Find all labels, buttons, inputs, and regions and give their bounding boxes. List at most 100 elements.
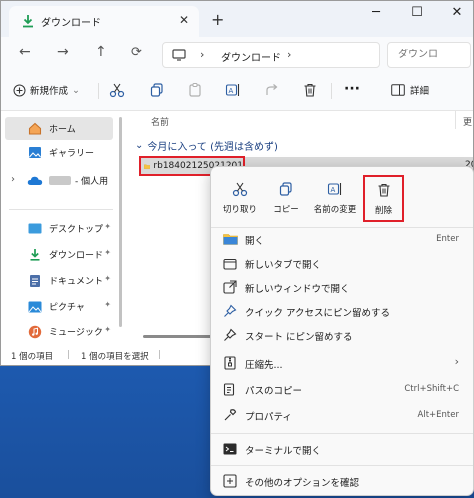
command-bar: 新規作成 ⌄ A ··· 詳細 (1, 71, 473, 111)
sidebar-item-label: ダウンロード (49, 251, 104, 261)
breadcrumb-downloads[interactable]: ダウンロード (221, 49, 281, 64)
menu-item-pin-start[interactable]: スタート にピン留めする (211, 323, 473, 347)
share-icon[interactable] (264, 82, 284, 100)
refresh-icon[interactable]: ⟳ (131, 45, 142, 60)
terminal-icon (222, 442, 238, 456)
copy-icon (278, 181, 294, 197)
close-tab-icon[interactable]: ✕ (179, 13, 189, 27)
menu-item-open-terminal[interactable]: ターミナルで開く (211, 437, 473, 461)
menu-item-shortcut: Alt+Enter (417, 410, 459, 420)
pin-start-icon (222, 328, 238, 342)
download-icon (27, 248, 43, 262)
details-pane-icon (391, 84, 405, 96)
folder-icon (222, 232, 238, 246)
column-header-name[interactable]: 名前 (151, 115, 169, 128)
column-header-date[interactable]: 更 (463, 115, 472, 128)
sidebar-item-pictures[interactable]: ピクチャ ✦ (5, 295, 113, 318)
delete-button[interactable]: 削除 (363, 175, 404, 222)
pin-icon: ✦ (104, 248, 111, 257)
account-name-redacted (49, 176, 71, 185)
pin-icon: ✦ (104, 222, 111, 231)
menu-item-shortcut: Enter (436, 234, 459, 244)
menu-item-label: クイック アクセスにピン留めする (245, 308, 391, 319)
sidebar-item-home[interactable]: ホーム (5, 117, 113, 140)
forward-button[interactable]: → (57, 44, 69, 60)
menu-item-pin-quick-access[interactable]: クイック アクセスにピン留めする (211, 299, 473, 323)
breadcrumb-separator: › (200, 48, 205, 61)
back-button[interactable]: ← (19, 44, 31, 60)
sidebar-item-gallery[interactable]: ギャラリー (5, 141, 113, 164)
close-window-button[interactable]: ✕ (437, 5, 473, 25)
rename-icon[interactable]: A (225, 82, 245, 100)
delete-icon[interactable] (302, 82, 322, 100)
pin-icon: ✦ (104, 300, 111, 309)
zip-icon (222, 356, 238, 370)
home-icon (27, 122, 43, 136)
sidebar-item-downloads[interactable]: ダウンロード ✦ (5, 243, 113, 266)
sidebar-item-documents[interactable]: ドキュメント ✦ (5, 269, 113, 292)
expand-chevron-icon[interactable]: › (11, 174, 15, 185)
music-icon (27, 325, 43, 339)
paste-icon[interactable] (187, 82, 207, 100)
chevron-right-icon: › (454, 355, 459, 368)
new-tab-icon (222, 256, 238, 270)
toolbar-divider (98, 83, 99, 99)
menu-item-more-options[interactable]: その他のオプションを確認 (211, 469, 473, 493)
search-input[interactable] (398, 49, 468, 60)
menu-item-properties[interactable]: プロパティ Alt+Enter (211, 403, 473, 427)
menu-item-open-new-window[interactable]: 新しいウィンドウで開く (211, 275, 473, 299)
rename-button[interactable]: A 名前の変更 (305, 173, 365, 223)
breadcrumb-separator: › (287, 48, 292, 61)
documents-icon (27, 274, 43, 288)
rename-icon: A (327, 181, 343, 197)
minimize-button[interactable]: ─ (356, 5, 396, 25)
details-button[interactable]: 詳細 (391, 83, 429, 97)
address-bar: ← → ↑ ⟳ › ダウンロード › (1, 37, 473, 71)
menu-item-label: 圧縮先... (245, 360, 283, 371)
menu-item-label: ターミナルで開く (245, 446, 322, 457)
column-divider[interactable] (455, 111, 456, 129)
navigation-pane: ホーム ギャラリー › - 個人用 デスクトップ ✦ ダウンロード ✦ ドキュメ… (1, 111, 123, 343)
menu-item-label: 開く (245, 236, 265, 247)
cut-icon[interactable] (109, 82, 129, 100)
cut-label: 切り取り (222, 205, 257, 215)
copy-icon[interactable] (149, 82, 169, 100)
new-tab-button[interactable]: + (211, 10, 224, 29)
tab-downloads[interactable]: ダウンロード ✕ (9, 6, 199, 37)
status-divider: | (67, 350, 70, 360)
sidebar-item-label: デスクトップ (49, 225, 104, 235)
delete-label: 削除 (374, 206, 392, 216)
new-button[interactable]: 新規作成 ⌄ (13, 83, 80, 97)
menu-item-open[interactable]: 開く Enter (211, 227, 473, 251)
sidebar-divider (9, 209, 113, 210)
new-window-icon (222, 280, 238, 294)
up-button[interactable]: ↑ (95, 44, 107, 60)
sidebar-item-label: ホーム (49, 125, 76, 135)
menu-item-label: その他のオプションを確認 (245, 478, 360, 489)
sidebar-item-onedrive[interactable]: › - 個人用 (5, 169, 113, 192)
copy-path-icon (222, 382, 238, 396)
horizontal-scrollbar[interactable] (143, 335, 219, 338)
selected-count: 1 個の項目を選択 (81, 352, 149, 362)
cut-icon (232, 181, 248, 197)
maximize-button[interactable]: ☐ (397, 5, 437, 25)
desktop-icon (27, 222, 43, 236)
gallery-icon (27, 146, 43, 160)
group-header[interactable]: ⌄ 今月に入って (先週は含めず) (135, 138, 278, 153)
sidebar-item-label: - 個人用 (75, 177, 109, 187)
toolbar-divider (331, 83, 332, 99)
search-box[interactable] (387, 42, 471, 68)
more-options-button[interactable]: ··· (344, 81, 360, 97)
plus-circle-icon (13, 84, 26, 96)
menu-item-copy-path[interactable]: パスのコピー Ctrl+Shift+C (211, 377, 473, 401)
folder-icon (144, 164, 151, 169)
breadcrumb[interactable]: › ダウンロード › (162, 42, 380, 68)
sidebar-scrollbar[interactable] (119, 117, 122, 327)
menu-item-compress[interactable]: 圧縮先... › (211, 351, 473, 375)
menu-item-open-new-tab[interactable]: 新しいタブで開く (211, 251, 473, 275)
properties-icon (222, 408, 238, 422)
sidebar-item-desktop[interactable]: デスクトップ ✦ (5, 217, 113, 240)
details-label: 詳細 (410, 86, 430, 97)
rename-label: 名前の変更 (313, 205, 357, 215)
sidebar-item-music[interactable]: ミュージック ✦ (5, 320, 113, 343)
